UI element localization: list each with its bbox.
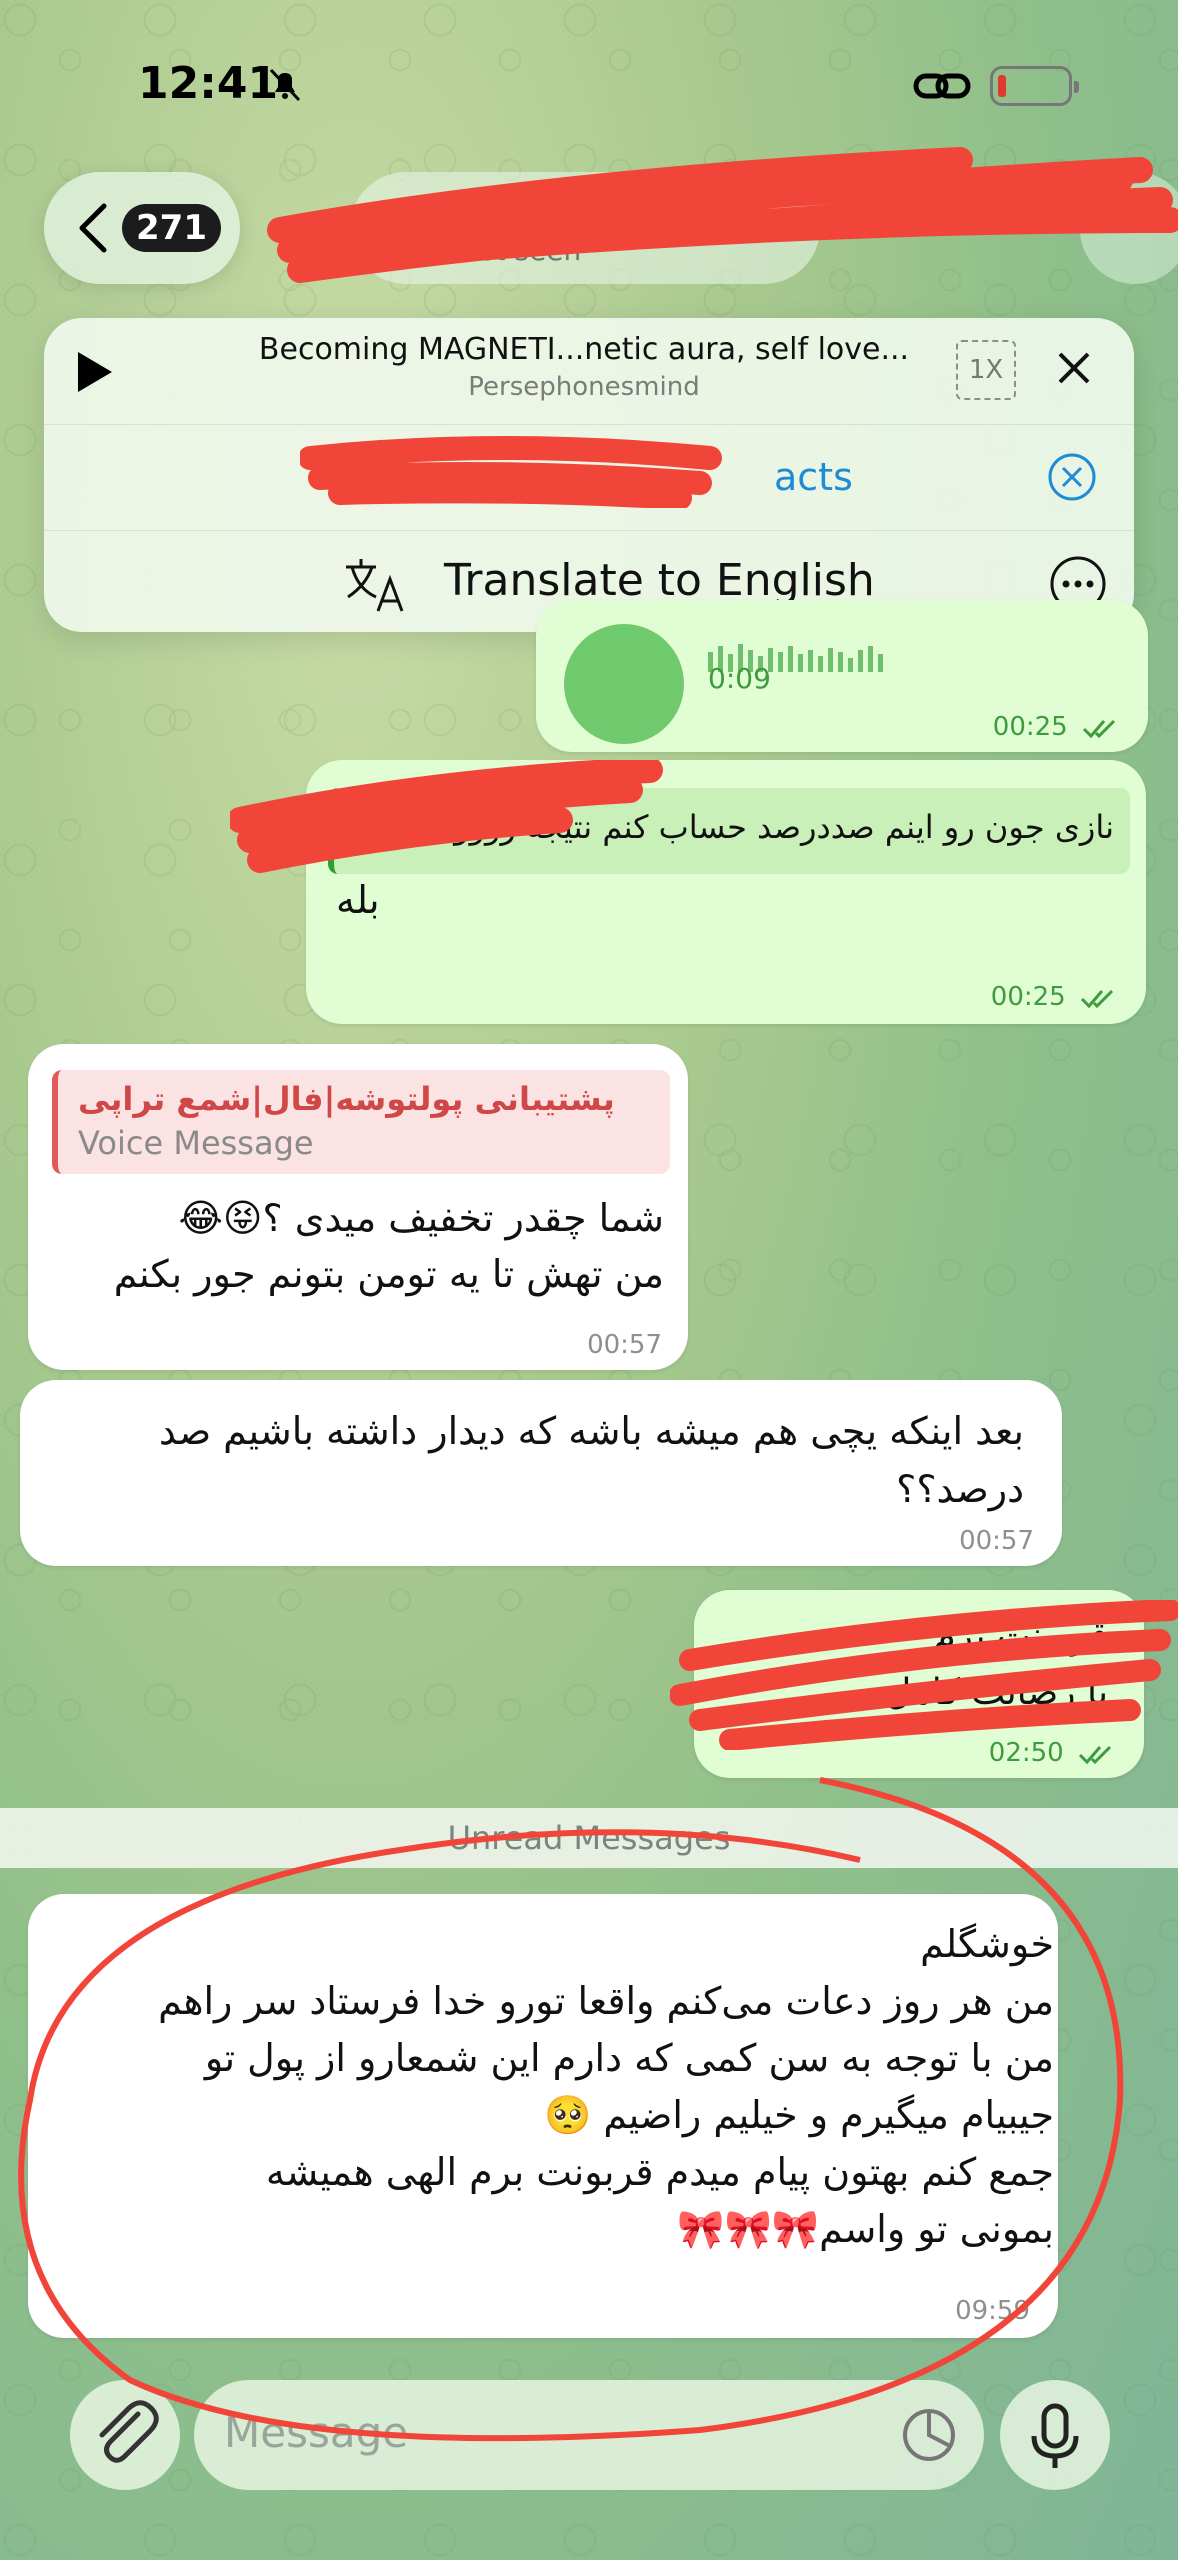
voice-duration: 0:09	[708, 662, 771, 695]
quote-sender-name: پشتیبانی پولتوشه|فال|شمع تراپی	[78, 1080, 615, 1118]
double-check-icon	[1080, 989, 1114, 1008]
message-time: 00:25	[991, 982, 1118, 1012]
avatar[interactable]	[1080, 172, 1178, 284]
status-bar: 12:41	[0, 0, 1178, 170]
reply-quote-text: نازی جون رو اینم صددرصد حساب کنم نتیجه ر…	[437, 808, 1114, 846]
translate-label[interactable]: Translate to English	[444, 555, 875, 606]
unread-count-badge: 271	[122, 204, 221, 252]
sticker-icon[interactable]	[900, 2406, 958, 2464]
message-time: 09:59	[955, 2296, 1030, 2326]
message-text: شما چقدر تخفیف میدی ؟😝😂 من تهش تا یه توم…	[113, 1196, 664, 1296]
message-text: بعد اینکه یچی هم میشه باشه که دیدار داشت…	[158, 1409, 1024, 1511]
top-overlay-panel: Becoming MAGNETI...netic aura, self love…	[44, 318, 1134, 632]
message-composer: Message	[0, 2360, 1178, 2560]
unread-messages-divider: Unread Messages	[0, 1808, 1178, 1868]
chevron-left-icon	[79, 203, 107, 253]
pinned-link[interactable]: acts	[774, 455, 853, 499]
microphone-icon	[1031, 2403, 1079, 2468]
incoming-message-bubble[interactable]: پشتیبانی پولتوشه|فال|شمع تراپی Voice Mes…	[28, 1044, 688, 1370]
reply-quote[interactable]: پشتیبانی پولتوشه|فال|شمع تراپی Voice Mes…	[52, 1070, 670, 1174]
track-title: Becoming MAGNETI...netic aura, self love…	[258, 332, 910, 367]
outgoing-message-bubble[interactable]: قربونت برم با رضایت کامل 02:50	[694, 1590, 1144, 1778]
message-text-line: قربونت برم	[933, 1616, 1108, 1657]
message-text-line: با رضایت کامل	[885, 1672, 1108, 1713]
chat-title[interactable]: last seen	[350, 172, 820, 284]
battery-icon	[990, 66, 1079, 106]
message-time: 02:50	[989, 1738, 1116, 1768]
incoming-message-bubble[interactable]: بعد اینکه یچی هم میشه باشه که دیدار داشت…	[20, 1380, 1062, 1566]
message-placeholder: Message	[224, 2408, 409, 2457]
attach-button[interactable]	[70, 2380, 180, 2490]
close-icon[interactable]	[1054, 348, 1094, 388]
bell-off-icon	[269, 68, 301, 102]
last-seen-status: last seen	[455, 234, 582, 267]
translate-icon	[346, 559, 404, 612]
double-check-icon	[1082, 719, 1116, 738]
playback-speed-button[interactable]: 1X	[956, 340, 1016, 400]
link-icon	[913, 73, 971, 99]
reply-message-bubble[interactable]: نازی جون رو اینم صددرصد حساب کنم نتیجه ر…	[306, 760, 1146, 1024]
play-icon[interactable]	[74, 350, 114, 394]
message-text: خوشگلم من هر روز دعات می‌کنم واقعا تورو …	[158, 1922, 1054, 2251]
pinned-bar[interactable]: acts	[44, 424, 1134, 529]
voice-message-bubble[interactable]: 0:09 00:25	[536, 600, 1148, 752]
status-time: 12:41	[138, 58, 279, 109]
message-input[interactable]: Message	[194, 2380, 984, 2490]
music-player-bar[interactable]: Becoming MAGNETI...netic aura, self love…	[44, 318, 1134, 422]
voice-play-button[interactable]	[564, 624, 684, 744]
message-text: بله	[336, 878, 380, 922]
microphone-button[interactable]	[1000, 2380, 1110, 2490]
incoming-message-bubble[interactable]: خوشگلم من هر روز دعات می‌کنم واقعا تورو …	[28, 1894, 1058, 2338]
reply-quote[interactable]: نازی جون رو اینم صددرصد حساب کنم نتیجه ر…	[328, 788, 1130, 874]
message-time: 00:57	[587, 1330, 662, 1360]
quote-type-label: Voice Message	[78, 1124, 314, 1162]
message-time: 00:25	[993, 712, 1120, 742]
track-artist: Persephonesmind	[468, 372, 700, 402]
paperclip-icon	[99, 2400, 159, 2463]
close-circle-icon[interactable]	[1046, 451, 1098, 503]
message-time: 00:57	[959, 1526, 1034, 1556]
double-check-icon	[1078, 1745, 1112, 1764]
back-button[interactable]: 271	[44, 172, 240, 284]
